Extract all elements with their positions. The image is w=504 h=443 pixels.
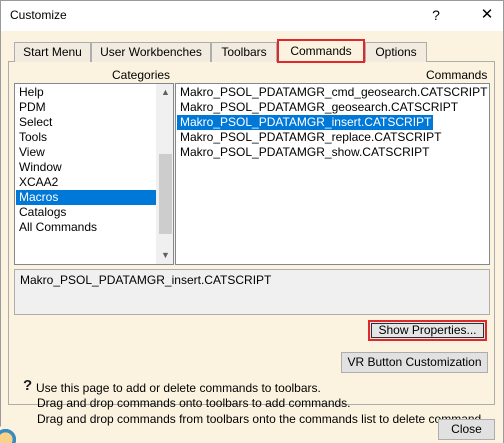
dialog-client-area: Start Menu User Workbenches Toolbars Com… <box>0 31 503 443</box>
command-item[interactable]: Makro_PSOL_PDATAMGR_replace.CATSCRIPT <box>177 130 443 145</box>
vr-button-customization-button[interactable]: VR Button Customization <box>341 352 488 373</box>
help-icon[interactable]: ? <box>425 5 447 25</box>
category-item-window[interactable]: Window <box>16 160 157 175</box>
window-title: Customize <box>10 8 67 22</box>
scroll-down-icon[interactable]: ▼ <box>157 247 173 264</box>
tab-user-workbenches[interactable]: User Workbenches <box>91 42 211 62</box>
command-description: Makro_PSOL_PDATAMGR_insert.CATSCRIPT <box>14 269 490 315</box>
category-item-help[interactable]: Help <box>16 85 157 100</box>
question-mark-icon: ? <box>23 377 33 394</box>
tab-options[interactable]: Options <box>365 42 427 62</box>
title-bar[interactable]: Customize ? ✕ <box>1 1 503 31</box>
command-item[interactable]: Makro_PSOL_PDATAMGR_geosearch.CATSCRIPT <box>177 100 460 115</box>
scroll-up-icon[interactable]: ▲ <box>157 84 173 101</box>
app-logo-icon <box>0 426 19 443</box>
category-item-view[interactable]: View <box>16 145 157 160</box>
command-item[interactable]: Makro_PSOL_PDATAMGR_cmd_geosearch.CATSCR… <box>177 85 489 100</box>
category-item-xcaa2[interactable]: XCAA2 <box>16 175 157 190</box>
tab-start-menu[interactable]: Start Menu <box>14 42 91 62</box>
commands-label: Commands <box>426 68 488 82</box>
category-item-catalogs[interactable]: Catalogs <box>16 205 157 220</box>
categories-list[interactable]: Help PDM Select Tools View Window XCAA2 … <box>14 83 174 265</box>
info-text-line: Use this page to add or delete commands … <box>36 381 321 395</box>
info-text-line: Drag and drop commands onto toolbars to … <box>37 396 351 410</box>
close-icon[interactable]: ✕ <box>476 5 498 25</box>
category-item-tools[interactable]: Tools <box>16 130 157 145</box>
command-item[interactable]: Makro_PSOL_PDATAMGR_show.CATSCRIPT <box>177 145 431 160</box>
category-item-macros[interactable]: Macros <box>16 190 157 205</box>
commands-list[interactable]: Makro_PSOL_PDATAMGR_cmd_geosearch.CATSCR… <box>175 83 490 265</box>
category-item-pdm[interactable]: PDM <box>16 100 157 115</box>
info-text-line: Drag and drop commands from toolbars ont… <box>37 412 485 426</box>
command-item-selected[interactable]: Makro_PSOL_PDATAMGR_insert.CATSCRIPT <box>177 115 434 130</box>
tab-toolbars[interactable]: Toolbars <box>211 42 277 62</box>
close-button[interactable]: Close <box>438 419 495 440</box>
category-item-all-commands[interactable]: All Commands <box>16 220 157 235</box>
customize-dialog: Customize ? ✕ Start Menu User Workbenche… <box>0 0 504 443</box>
tab-commands[interactable]: Commands <box>277 39 365 63</box>
category-item-select[interactable]: Select <box>16 115 157 130</box>
categories-scrollbar[interactable]: ▲ ▼ <box>156 84 173 264</box>
show-properties-button[interactable]: Show Properties... <box>368 320 487 341</box>
scroll-thumb[interactable] <box>159 154 172 234</box>
categories-label: Categories <box>112 68 171 82</box>
